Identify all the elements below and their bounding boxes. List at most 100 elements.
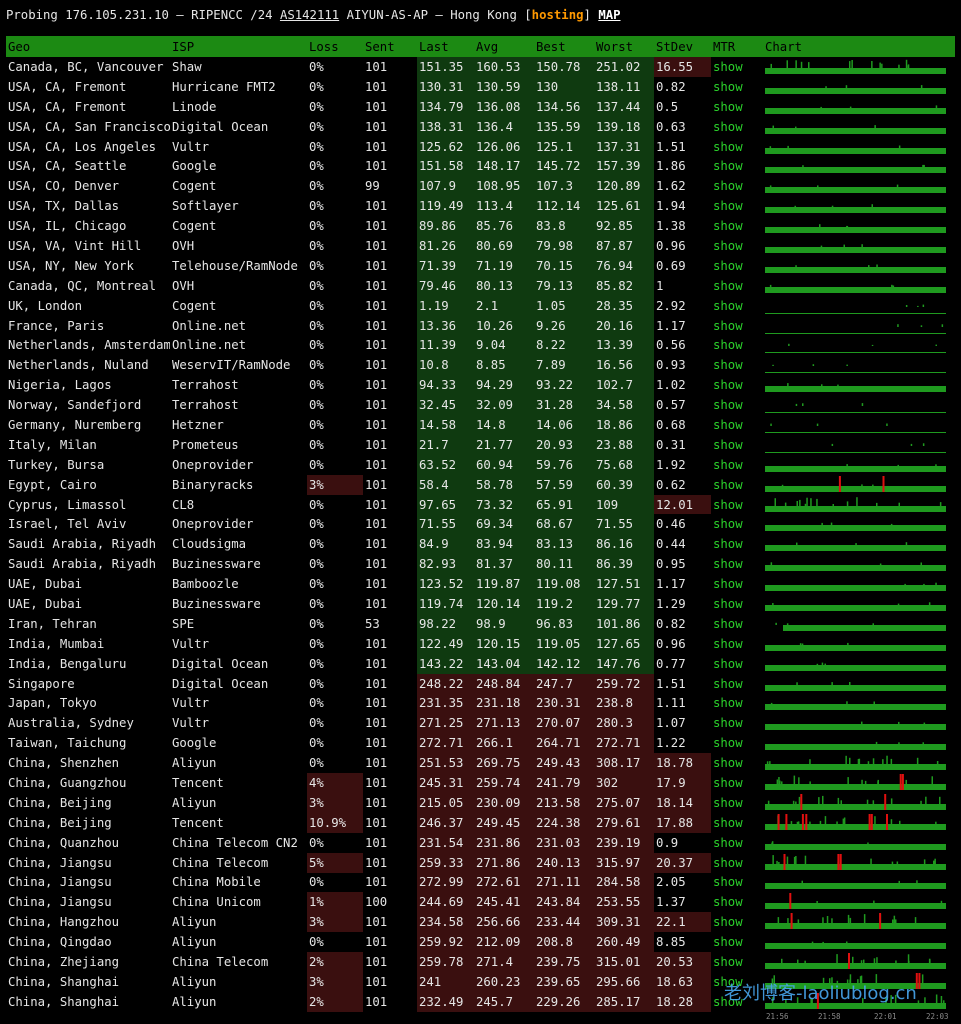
mtr-show-link[interactable]: show — [713, 716, 743, 730]
table-row: China, Guangzhou Tencent 4% 101 245.31 259.74… — [6, 773, 955, 793]
packet-loss-marker — [901, 774, 904, 790]
cell-last: 125.62 — [417, 136, 474, 157]
cell-geo: Cyprus, Limassol — [8, 497, 127, 512]
sparkline-spike — [920, 800, 922, 804]
mtr-show-link[interactable]: show — [713, 259, 743, 273]
mtr-show-link[interactable]: show — [713, 279, 743, 293]
mtr-show-link[interactable]: show — [713, 179, 743, 193]
col-loss[interactable]: Loss — [307, 36, 363, 57]
col-sent[interactable]: Sent — [363, 36, 417, 57]
mtr-show-link[interactable]: show — [713, 458, 743, 472]
cell-chart — [763, 435, 955, 455]
table-row: Netherlands, Amsterdam Online.net 0% 101 11.… — [6, 335, 955, 356]
cell-worst: 280.3 — [594, 713, 654, 734]
col-stdev[interactable]: StDev — [654, 36, 711, 57]
mtr-show-link[interactable]: show — [713, 398, 743, 412]
latency-sparkline — [765, 953, 946, 970]
mtr-show-link[interactable]: show — [713, 776, 743, 790]
cell-sent: 101 — [365, 298, 388, 313]
col-isp[interactable]: ISP — [170, 36, 307, 57]
sparkline-spike — [806, 497, 808, 506]
cell-isp: Vultr — [172, 696, 210, 711]
cell-best: 125.1 — [534, 136, 594, 157]
mtr-show-link[interactable]: show — [713, 637, 743, 651]
mtr-show-link[interactable]: show — [713, 537, 743, 551]
mtr-show-link[interactable]: show — [713, 836, 743, 850]
mtr-show-link[interactable]: show — [713, 677, 743, 691]
mtr-show-link[interactable]: show — [713, 219, 743, 233]
mtr-show-link[interactable]: show — [713, 239, 743, 253]
mtr-show-link[interactable]: show — [713, 120, 743, 134]
mtr-show-link[interactable]: show — [713, 319, 743, 333]
cell-loss: 0% — [309, 656, 324, 671]
col-last[interactable]: Last — [417, 36, 474, 57]
sparkline-spike — [837, 384, 839, 387]
mtr-show-link[interactable]: show — [713, 856, 743, 870]
sparkline-spike — [846, 941, 848, 944]
cell-chart — [763, 634, 955, 654]
mtr-show-link[interactable]: show — [713, 895, 743, 909]
mtr-show-link[interactable]: show — [713, 577, 743, 591]
mtr-show-link[interactable]: show — [713, 796, 743, 810]
cell-worst: 315.97 — [594, 852, 654, 873]
col-geo[interactable]: Geo — [6, 36, 170, 57]
sparkline-spike — [872, 623, 874, 625]
sparkline-base — [765, 724, 946, 731]
col-worst[interactable]: Worst — [594, 36, 654, 57]
asn-link[interactable]: AS142111 — [280, 8, 339, 22]
cell-stdev: 0.46 — [656, 517, 686, 532]
mtr-show-link[interactable]: show — [713, 378, 743, 392]
cell-loss: 0% — [309, 676, 324, 691]
cell-geo: USA, VA, Vint Hill — [8, 238, 142, 253]
mtr-show-link[interactable]: show — [713, 100, 743, 114]
mtr-show-link[interactable]: show — [713, 358, 743, 372]
cell-geo: China, Jiangsu — [8, 875, 112, 890]
sparkline-base — [765, 963, 946, 970]
col-best[interactable]: Best — [534, 36, 594, 57]
mtr-show-link[interactable]: show — [713, 478, 743, 492]
mtr-show-link[interactable]: show — [713, 736, 743, 750]
mtr-show-link[interactable]: show — [713, 955, 743, 969]
mtr-show-link[interactable]: show — [713, 438, 743, 452]
sparkline-spike — [905, 304, 908, 307]
mtr-show-link[interactable]: show — [713, 60, 743, 74]
sparkline-base — [765, 465, 946, 472]
mtr-show-link[interactable]: show — [713, 418, 743, 432]
mtr-show-link[interactable]: show — [713, 915, 743, 929]
mtr-show-link[interactable]: show — [713, 696, 743, 710]
table-row: USA, CO, Denver Cogent 0% 99 107.9 108.95 107.… — [6, 176, 955, 197]
mtr-show-link[interactable]: show — [713, 875, 743, 889]
sparkline-spike — [804, 960, 806, 964]
cell-sent: 101 — [365, 358, 388, 373]
sparkline-spike — [890, 818, 893, 824]
cell-loss: 0% — [309, 596, 324, 611]
col-avg[interactable]: Avg — [474, 36, 534, 57]
mtr-show-link[interactable]: show — [713, 338, 743, 352]
mtr-show-link[interactable]: show — [713, 756, 743, 770]
mtr-show-link[interactable]: show — [713, 80, 743, 94]
map-link[interactable]: MAP — [598, 8, 620, 22]
mtr-show-link[interactable]: show — [713, 816, 743, 830]
packet-loss-marker — [899, 774, 902, 790]
ping-results-table: Geo ISP Loss Sent Last Avg Best Worst St… — [6, 36, 955, 1012]
cell-avg: 10.26 — [474, 315, 534, 336]
mtr-show-link[interactable]: show — [713, 617, 743, 631]
cell-stdev: 18.63 — [654, 971, 711, 992]
mtr-show-link[interactable]: show — [713, 159, 743, 173]
sparkline-spike — [843, 817, 846, 824]
mtr-show-link[interactable]: show — [713, 557, 743, 571]
mtr-show-link[interactable]: show — [713, 299, 743, 313]
mtr-show-link[interactable]: show — [713, 517, 743, 531]
cell-last: 63.52 — [417, 454, 474, 475]
mtr-show-link[interactable]: show — [713, 199, 743, 213]
mtr-show-link[interactable]: show — [713, 597, 743, 611]
cell-last: 98.22 — [417, 613, 474, 634]
sparkline-base — [765, 863, 946, 870]
mtr-show-link[interactable]: show — [713, 140, 743, 154]
mtr-show-link[interactable]: show — [713, 935, 743, 949]
mtr-show-link[interactable]: show — [713, 498, 743, 512]
sparkline-spike — [861, 779, 863, 784]
cell-stdev: 12.01 — [654, 494, 711, 515]
cell-sent: 101 — [365, 59, 388, 74]
mtr-show-link[interactable]: show — [713, 657, 743, 671]
